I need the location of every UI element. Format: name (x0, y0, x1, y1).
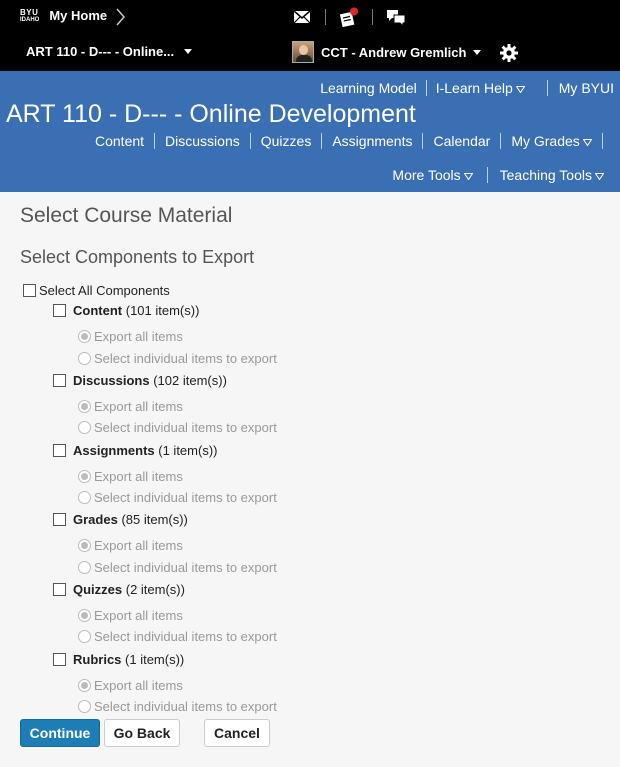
user-menu[interactable]: CCT - Andrew Gremlich (292, 41, 482, 63)
grades-export-all-option[interactable]: Export all items (78, 538, 183, 553)
radio-selected[interactable] (78, 400, 91, 413)
radio-unselected[interactable] (78, 491, 91, 504)
nav-discussions[interactable]: Discussions (165, 133, 240, 149)
go-back-button[interactable]: Go Back (104, 719, 180, 747)
assignments-export-all-option[interactable]: Export all items (78, 469, 183, 484)
mail-icon[interactable] (292, 7, 312, 27)
triangle-down-icon (463, 172, 473, 180)
content-select-individual-option[interactable]: Select individual items to export (78, 351, 277, 366)
learning-model-link[interactable]: Learning Model (320, 80, 417, 96)
radio-unselected[interactable] (78, 700, 91, 713)
component-assignments[interactable]: Assignments (1 item(s)) (53, 443, 217, 458)
divider (249, 133, 251, 149)
course-header: Learning Model I-Learn Help My BYUI ART … (0, 71, 620, 192)
component-grades[interactable]: Grades (85 item(s)) (53, 512, 188, 527)
nav-calendar[interactable]: Calendar (433, 133, 490, 149)
triangle-down-icon (515, 85, 525, 93)
discussions-export-all-option[interactable]: Export all items (78, 399, 183, 414)
chat-icon[interactable] (386, 7, 406, 27)
component-checkbox[interactable] (53, 304, 66, 317)
nav-more-tools[interactable]: More Tools (392, 167, 473, 183)
nav-content[interactable]: Content (95, 133, 144, 149)
component-checkbox[interactable] (53, 653, 66, 666)
global-navbar: BYU IDAHO My Home ART 110 - D--- - Onlin… (0, 0, 620, 71)
nav-my-grades[interactable]: My Grades (511, 133, 592, 149)
notifications-icon[interactable] (339, 7, 359, 27)
grades-select-individual-option[interactable]: Select individual items to export (78, 560, 277, 575)
component-rubrics[interactable]: Rubrics (1 item(s)) (53, 652, 184, 667)
component-content[interactable]: Content (101 item(s)) (53, 303, 199, 318)
caret-down-icon (473, 49, 482, 55)
radio-unselected[interactable] (78, 630, 91, 643)
divider (601, 133, 603, 149)
radio-selected[interactable] (78, 539, 91, 552)
divider (546, 80, 548, 96)
divider (321, 133, 323, 149)
course-title: ART 110 - D--- - Online Development (6, 100, 416, 128)
divider (154, 133, 156, 149)
radio-selected[interactable] (78, 679, 91, 692)
user-name: CCT - Andrew Gremlich (321, 44, 467, 60)
continue-button[interactable]: Continue (20, 719, 100, 747)
content-export-all-option[interactable]: Export all items (78, 329, 183, 344)
my-home-link[interactable]: BYU IDAHO My Home (20, 8, 107, 23)
gear-icon[interactable] (499, 43, 519, 63)
triangle-down-icon (582, 138, 592, 146)
divider (372, 9, 373, 25)
my-byui-link[interactable]: My BYUI (559, 80, 614, 96)
byu-idaho-logo: BYU IDAHO (20, 7, 40, 23)
radio-unselected[interactable] (78, 561, 91, 574)
divider (325, 9, 326, 25)
cancel-button[interactable]: Cancel (204, 719, 270, 747)
caret-down-icon (184, 49, 193, 54)
quizzes-select-individual-option[interactable]: Select individual items to export (78, 629, 277, 644)
discussions-select-individual-option[interactable]: Select individual items to export (78, 420, 277, 435)
divider (500, 133, 502, 149)
rubrics-select-individual-option[interactable]: Select individual items to export (78, 699, 277, 714)
avatar (292, 41, 314, 63)
component-discussions[interactable]: Discussions (102 item(s)) (53, 373, 227, 388)
radio-selected[interactable] (78, 330, 91, 343)
page-title: Select Course Material (20, 204, 233, 227)
rubrics-export-all-option[interactable]: Export all items (78, 678, 183, 693)
triangle-down-icon (595, 172, 604, 180)
divider (486, 167, 488, 183)
radio-selected[interactable] (78, 609, 91, 622)
quizzes-export-all-option[interactable]: Export all items (78, 608, 183, 623)
component-quizzes[interactable]: Quizzes (2 item(s)) (53, 582, 185, 597)
component-checkbox[interactable] (53, 583, 66, 596)
nav-assignments[interactable]: Assignments (332, 133, 412, 149)
my-home-label: My Home (49, 8, 108, 23)
radio-unselected[interactable] (78, 352, 91, 365)
component-checkbox[interactable] (53, 444, 66, 457)
ilearn-help-menu[interactable]: I-Learn Help (436, 80, 525, 96)
divider (425, 80, 427, 96)
chevron-right-icon (116, 8, 125, 26)
radio-selected[interactable] (78, 470, 91, 483)
nav-quizzes[interactable]: Quizzes (261, 133, 312, 149)
divider (422, 133, 424, 149)
select-all-components[interactable]: Select All Components (23, 283, 170, 298)
nav-teaching-tools[interactable]: Teaching Tools (500, 167, 604, 183)
component-checkbox[interactable] (53, 513, 66, 526)
radio-unselected[interactable] (78, 421, 91, 434)
assignments-select-individual-option[interactable]: Select individual items to export (78, 490, 277, 505)
component-checkbox[interactable] (53, 374, 66, 387)
course-selector[interactable]: ART 110 - D--- - Online... (26, 44, 193, 59)
section-title: Select Components to Export (20, 247, 255, 267)
select-all-checkbox[interactable] (23, 284, 36, 297)
